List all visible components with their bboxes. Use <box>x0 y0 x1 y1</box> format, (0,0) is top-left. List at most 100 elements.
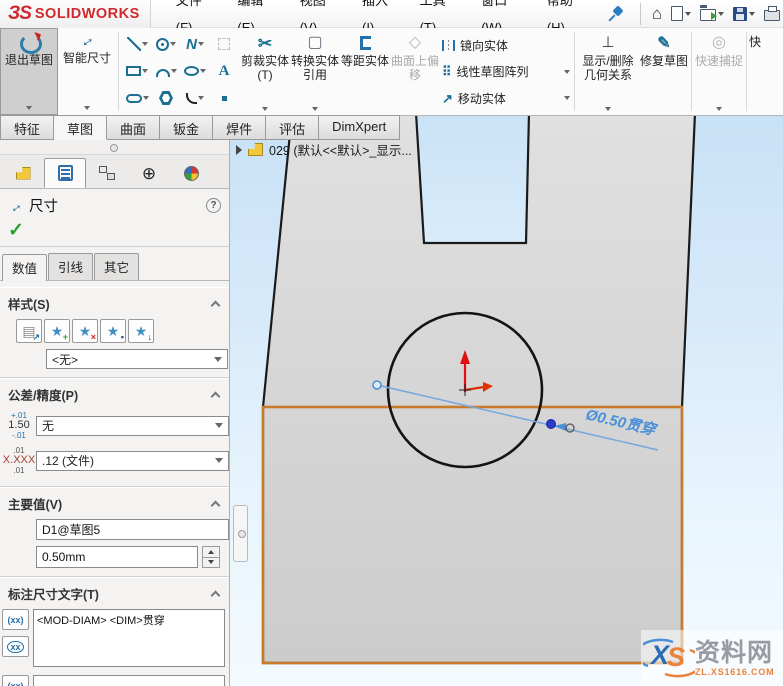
convert-entities-button[interactable]: ▢ 转换实体引用 <box>290 28 340 115</box>
spline-tool-button[interactable]: N <box>181 31 209 57</box>
tab-surfaces[interactable]: 曲面 <box>107 115 161 140</box>
linear-pattern-caret-icon[interactable] <box>564 69 570 74</box>
dimxpert-manager-tab[interactable]: ⊕ <box>128 158 170 188</box>
ellipse-tool-button[interactable] <box>181 58 209 84</box>
pin-menu-icon[interactable] <box>605 4 626 24</box>
tab-value[interactable]: 数值 <box>2 254 48 281</box>
style-section-header[interactable]: 样式(S) <box>0 288 229 317</box>
tab-evaluate[interactable]: 评估 <box>266 115 320 140</box>
help-icon[interactable]: ? <box>206 198 221 213</box>
tolerance-section-header[interactable]: 公差/精度(P) <box>0 379 229 408</box>
surface-offset-button[interactable]: ◇ 曲面上偏移 <box>390 28 440 115</box>
dimension-text-area-2[interactable] <box>33 675 225 686</box>
ok-checkmark-button[interactable]: ✓ <box>8 220 24 241</box>
quick-snaps-button[interactable]: ◎ 快速捕捉 <box>694 28 744 115</box>
arc-tool-button[interactable] <box>152 58 180 84</box>
tab-leaders[interactable]: 引线 <box>48 253 94 280</box>
spinner-down-button[interactable] <box>202 557 220 568</box>
apply-default-style-button[interactable]: ▤ ↗ <box>16 319 42 343</box>
dimension-value-field[interactable]: 0.50mm <box>36 546 198 568</box>
tab-other[interactable]: 其它 <box>94 253 140 280</box>
display-relations-button[interactable]: ⊥ 显示/删除几何关系 <box>577 28 639 115</box>
smart-dimension-button[interactable]: ↔ 智能尺寸 <box>58 28 116 115</box>
circle-tool-button[interactable] <box>152 31 180 57</box>
fillet-caret-icon[interactable] <box>198 96 204 100</box>
open-button[interactable] <box>697 4 727 23</box>
rectangle-tool-button[interactable] <box>123 58 151 84</box>
dimension-text-header[interactable]: 标注尺寸文字(T) <box>0 578 229 607</box>
feature-tree-flyout[interactable]: 029 (默认<<默认>_显示... <box>236 140 412 159</box>
clipped-toolbar-button[interactable]: 快 <box>749 28 765 115</box>
tab-dimxpert[interactable]: DimXpert <box>319 115 401 140</box>
spline-caret-icon[interactable] <box>197 42 204 46</box>
trim-entities-button[interactable]: ✂ 剪裁实体(T) <box>240 28 290 115</box>
save-style-button[interactable]: ★ ▪ <box>100 319 126 343</box>
sketch-plane-button[interactable] <box>210 31 238 57</box>
display-relations-caret-icon[interactable] <box>605 107 611 111</box>
arc-caret-icon[interactable] <box>170 69 177 73</box>
text-position-button-1[interactable]: (xx) <box>2 609 29 630</box>
collapse-chevron-icon[interactable] <box>210 300 221 310</box>
dimension-name-field[interactable]: D1@草图5 <box>36 519 229 540</box>
property-manager-tab[interactable] <box>44 158 86 188</box>
open-caret-icon[interactable] <box>718 11 724 16</box>
save-button[interactable] <box>730 5 758 23</box>
primary-value-header[interactable]: 主要值(V) <box>0 488 229 517</box>
linear-pattern-button[interactable]: ⠿ 线性草图阵列 <box>442 61 570 83</box>
tree-expand-icon[interactable] <box>236 144 242 155</box>
delete-style-button[interactable]: ★ × <box>72 319 98 343</box>
panel-splitter-handle[interactable] <box>233 505 248 562</box>
panel-horizontal-splitter[interactable] <box>0 140 229 155</box>
graphics-area[interactable]: Ø0.50贯穿 029 (默认<<默认>_显示... <box>230 116 783 686</box>
point-tool-button[interactable] <box>210 85 238 111</box>
move-caret-icon[interactable] <box>564 96 570 100</box>
fillet-tool-button[interactable] <box>181 85 209 111</box>
home-button[interactable]: ⌂ <box>649 4 665 24</box>
part-tree-label[interactable]: 029 (默认<<默认>_显示... <box>269 140 412 159</box>
tab-features[interactable]: 特征 <box>0 115 55 140</box>
display-manager-tab[interactable] <box>170 158 212 188</box>
move-entities-button[interactable]: ↗ 移动实体 <box>442 87 570 109</box>
text-position-button-2[interactable]: xx <box>2 636 29 657</box>
add-style-button[interactable]: ★ + <box>44 319 70 343</box>
part-notch-cut[interactable] <box>415 116 531 245</box>
ellipse-caret-icon[interactable] <box>200 69 206 73</box>
collapse-chevron-icon[interactable] <box>210 391 221 401</box>
tab-weldments[interactable]: 焊件 <box>213 115 267 140</box>
mirror-entities-button[interactable]: 镜向实体 <box>442 34 570 56</box>
configuration-manager-tab[interactable] <box>86 158 128 188</box>
collapse-chevron-icon[interactable] <box>210 590 221 600</box>
sketch-canvas[interactable]: Ø0.50贯穿 <box>230 116 783 686</box>
print-button[interactable] <box>761 4 783 23</box>
tab-sheet-metal[interactable]: 钣金 <box>160 115 214 140</box>
text-position-button-3[interactable]: (xx) <box>2 675 29 686</box>
circle-caret-icon[interactable] <box>170 42 176 46</box>
slot-tool-button[interactable] <box>123 85 151 111</box>
dimension-text-area[interactable]: <MOD-DIAM> <DIM>贯穿 <box>33 609 225 667</box>
slot-caret-icon[interactable] <box>142 96 149 100</box>
polygon-tool-button[interactable] <box>152 85 180 111</box>
feature-manager-tab[interactable] <box>2 158 44 188</box>
collapse-chevron-icon[interactable] <box>210 500 221 510</box>
quick-snaps-caret-icon[interactable] <box>716 107 722 111</box>
text-tool-button[interactable]: A <box>210 58 238 84</box>
offset-entities-button[interactable]: 等距实体 <box>340 28 390 115</box>
rectangle-caret-icon[interactable] <box>142 69 148 73</box>
new-document-button[interactable] <box>668 4 694 23</box>
load-style-button[interactable]: ★ ↓ <box>128 319 154 343</box>
dimension-endpoint-handle[interactable] <box>372 380 382 390</box>
repair-sketch-button[interactable]: ✎ 修复草图 <box>639 28 689 115</box>
style-dropdown[interactable]: <无> <box>46 349 228 369</box>
tab-sketch[interactable]: 草图 <box>54 115 108 140</box>
smart-dimension-caret-icon[interactable] <box>84 106 90 110</box>
tolerance-type-dropdown[interactable]: 无 <box>36 415 229 436</box>
line-caret-icon[interactable] <box>141 42 148 46</box>
convert-caret-icon[interactable] <box>312 107 318 111</box>
line-tool-button[interactable] <box>123 31 151 57</box>
precision-dropdown[interactable]: .12 (文件) <box>36 450 229 471</box>
new-caret-icon[interactable] <box>685 11 691 16</box>
exit-sketch-button[interactable]: 退出草图 <box>0 28 58 115</box>
selected-dimension-point[interactable] <box>546 419 556 429</box>
save-caret-icon[interactable] <box>749 11 755 16</box>
trim-caret-icon[interactable] <box>262 107 268 111</box>
